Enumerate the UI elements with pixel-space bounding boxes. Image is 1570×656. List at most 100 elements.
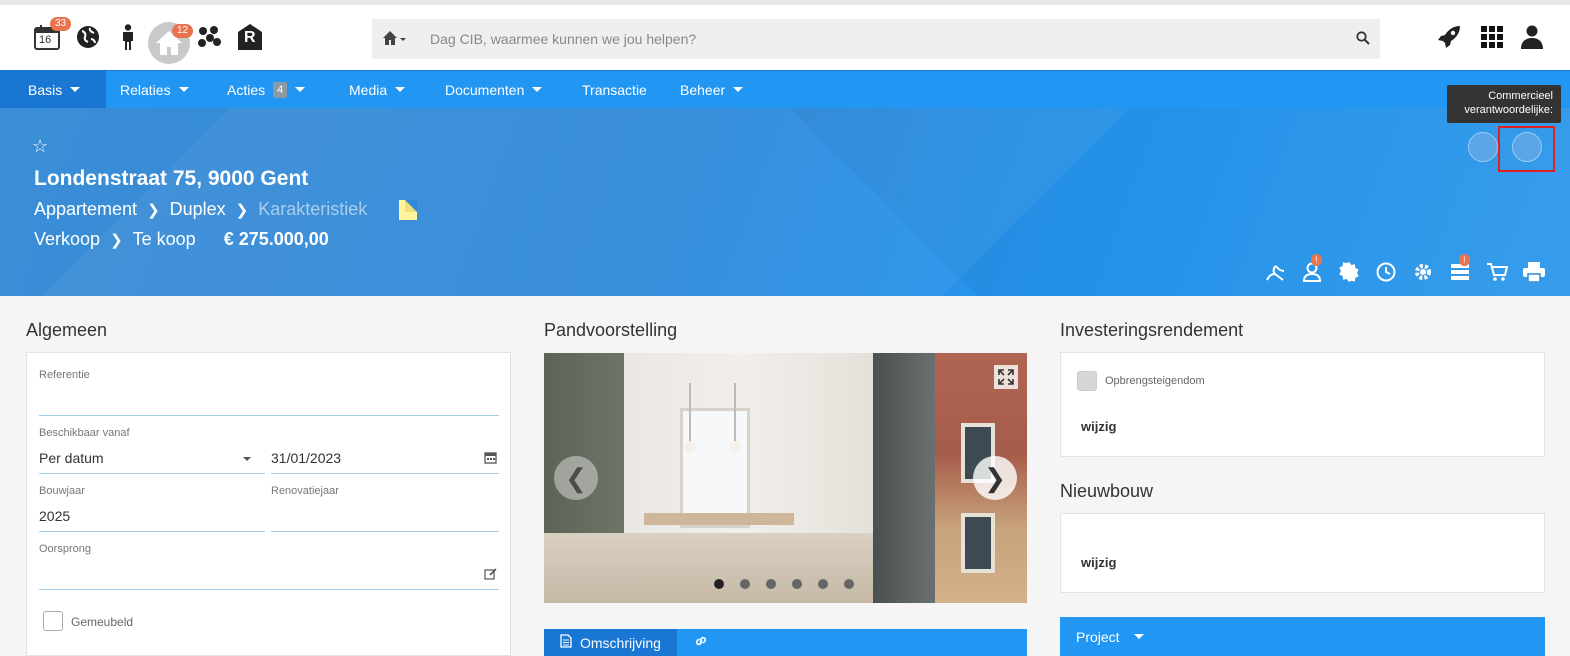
algemeen-title: Algemeen [26, 320, 108, 340]
chevron-right-icon: ❯ [235, 201, 249, 219]
edit-icon[interactable] [484, 567, 497, 583]
calendar-day: 16 [39, 34, 52, 46]
pandvoorstelling-title: Pandvoorstelling [544, 320, 678, 340]
chevron-down-icon [295, 87, 306, 92]
stack-icon[interactable]: ! [1441, 254, 1478, 286]
logo-icon[interactable]: R [236, 19, 264, 55]
clock-icon[interactable] [1367, 258, 1404, 286]
nav-acties[interactable]: Acties 4 [227, 71, 306, 108]
calendar-small-icon[interactable] [484, 451, 497, 467]
referentie-label: Referentie [39, 369, 90, 381]
carousel-dot[interactable] [844, 579, 854, 589]
gemeubeld-checkbox[interactable] [43, 611, 63, 631]
globe-icon[interactable] [74, 19, 102, 55]
chevron-down-icon [1133, 634, 1144, 639]
investering-panel: Opbrengsteigendom wijzig [1060, 352, 1545, 457]
carousel-dot[interactable] [818, 579, 828, 589]
beschikbaar-select-value: Per datum [39, 450, 104, 466]
house-icon[interactable]: 12 [148, 22, 194, 64]
favorite-star-icon[interactable]: ☆ [32, 136, 48, 157]
pand-tabbar: Omschrijving [544, 629, 1027, 656]
banner-toolbar: ! ! [1256, 254, 1552, 286]
spiral-icon[interactable] [1256, 258, 1293, 286]
carousel-next-button[interactable]: ❯ [973, 456, 1017, 500]
chevron-down-icon [70, 87, 81, 92]
search-icon[interactable] [1356, 31, 1370, 50]
property-characteristic[interactable]: Karakteristiek [258, 199, 367, 220]
property-address: Londenstraat 75, 9000 Gent [34, 167, 309, 190]
carousel-dot[interactable] [766, 579, 776, 589]
chevron-down-icon [243, 457, 251, 461]
photo-detail [644, 513, 794, 525]
nav-transactie[interactable]: Transactie [582, 71, 647, 108]
tooltip-line: Commercieel [1488, 90, 1553, 102]
calendar-icon[interactable]: 16 33 [30, 17, 72, 55]
investering-edit-link[interactable]: wijzig [1081, 419, 1116, 434]
chevron-right-icon: ❯ [147, 201, 160, 219]
bouwjaar-label: Bouwjaar [39, 485, 85, 497]
cart-icon[interactable] [1478, 258, 1515, 286]
field-underline [39, 415, 499, 416]
nav-relaties[interactable]: Relaties [120, 71, 189, 108]
oorsprong-label: Oorsprong [39, 543, 91, 555]
photo-detail [684, 383, 696, 453]
rocket-icon[interactable] [1434, 19, 1464, 55]
expand-icon[interactable] [994, 365, 1018, 389]
transaction-status[interactable]: Te koop [133, 229, 196, 250]
bouwjaar-input[interactable]: 2025 [39, 508, 259, 524]
field-underline [39, 473, 265, 474]
beschikbaar-select[interactable]: Per datum [39, 450, 259, 466]
highlight-box [1498, 126, 1555, 172]
oorsprong-input[interactable] [39, 565, 499, 587]
property-subtype[interactable]: Duplex [170, 199, 226, 220]
renovatie-input[interactable] [271, 508, 499, 526]
project-label: Project [1076, 628, 1120, 645]
nav-media[interactable]: Media [349, 71, 406, 108]
photo-detail [729, 383, 741, 453]
person-alert-icon[interactable]: ! [1293, 254, 1330, 286]
nav-basis[interactable]: Basis [0, 71, 107, 108]
carousel-prev-button[interactable]: ❮ [554, 456, 598, 500]
main-nav: Basis Relaties Acties 4 Media Documenten … [0, 70, 1570, 108]
transaction-type[interactable]: Verkoop [34, 229, 100, 250]
nav-beheer[interactable]: Beheer [680, 71, 744, 108]
search-input[interactable] [430, 19, 1330, 59]
renovatie-label: Renovatiejaar [271, 485, 339, 497]
badge-cert-icon[interactable] [1330, 258, 1367, 286]
carousel-dot[interactable] [792, 579, 802, 589]
note-icon[interactable] [399, 199, 418, 220]
responsible-avatar[interactable] [1468, 132, 1498, 162]
referentie-input[interactable] [39, 393, 499, 413]
person-icon[interactable] [116, 19, 140, 55]
nav-documenten[interactable]: Documenten [445, 71, 543, 108]
house-badge: 12 [172, 24, 194, 38]
print-icon[interactable] [1515, 258, 1552, 286]
home-dropdown-icon[interactable] [382, 29, 408, 52]
network-icon[interactable] [196, 19, 224, 55]
carousel-dot[interactable] [714, 579, 724, 589]
property-type[interactable]: Appartement [34, 199, 137, 220]
nieuwbouw-edit-link[interactable]: wijzig [1081, 555, 1116, 570]
project-dropdown[interactable]: Project [1060, 617, 1545, 656]
nav-relaties-label: Relaties [120, 81, 171, 98]
nav-documenten-label: Documenten [445, 81, 525, 98]
nieuwbouw-panel: wijzig [1060, 513, 1545, 593]
algemeen-panel: Referentie Beschikbaar vanaf Per datum 3… [26, 352, 511, 656]
apps-grid-icon[interactable] [1478, 19, 1506, 55]
gemeubeld-label: Gemeubeld [71, 615, 134, 629]
opbrengsteigendom-checkbox[interactable] [1077, 371, 1097, 391]
beschikbaar-date-input[interactable]: 31/01/2023 [271, 450, 499, 466]
photo-carousel[interactable]: ❮ ❯ [544, 353, 1027, 603]
nav-acties-label: Acties [227, 81, 266, 98]
carousel-dot[interactable] [740, 579, 750, 589]
beschikbaar-label: Beschikbaar vanaf [39, 427, 130, 439]
property-banner: ☆ Londenstraat 75, 9000 Gent Appartement… [0, 108, 1570, 296]
tab-omschrijving[interactable]: Omschrijving [544, 629, 677, 656]
tab-links[interactable] [692, 629, 708, 656]
user-account-icon[interactable] [1518, 19, 1546, 55]
person-alert-badge: ! [1311, 254, 1322, 266]
commercial-responsible-tooltip: Commercieel verantwoordelijke: [1447, 85, 1561, 123]
chevron-down-icon [733, 87, 744, 92]
tooltip-line: verantwoordelijke: [1464, 104, 1553, 116]
gear-icon[interactable] [1404, 258, 1441, 286]
